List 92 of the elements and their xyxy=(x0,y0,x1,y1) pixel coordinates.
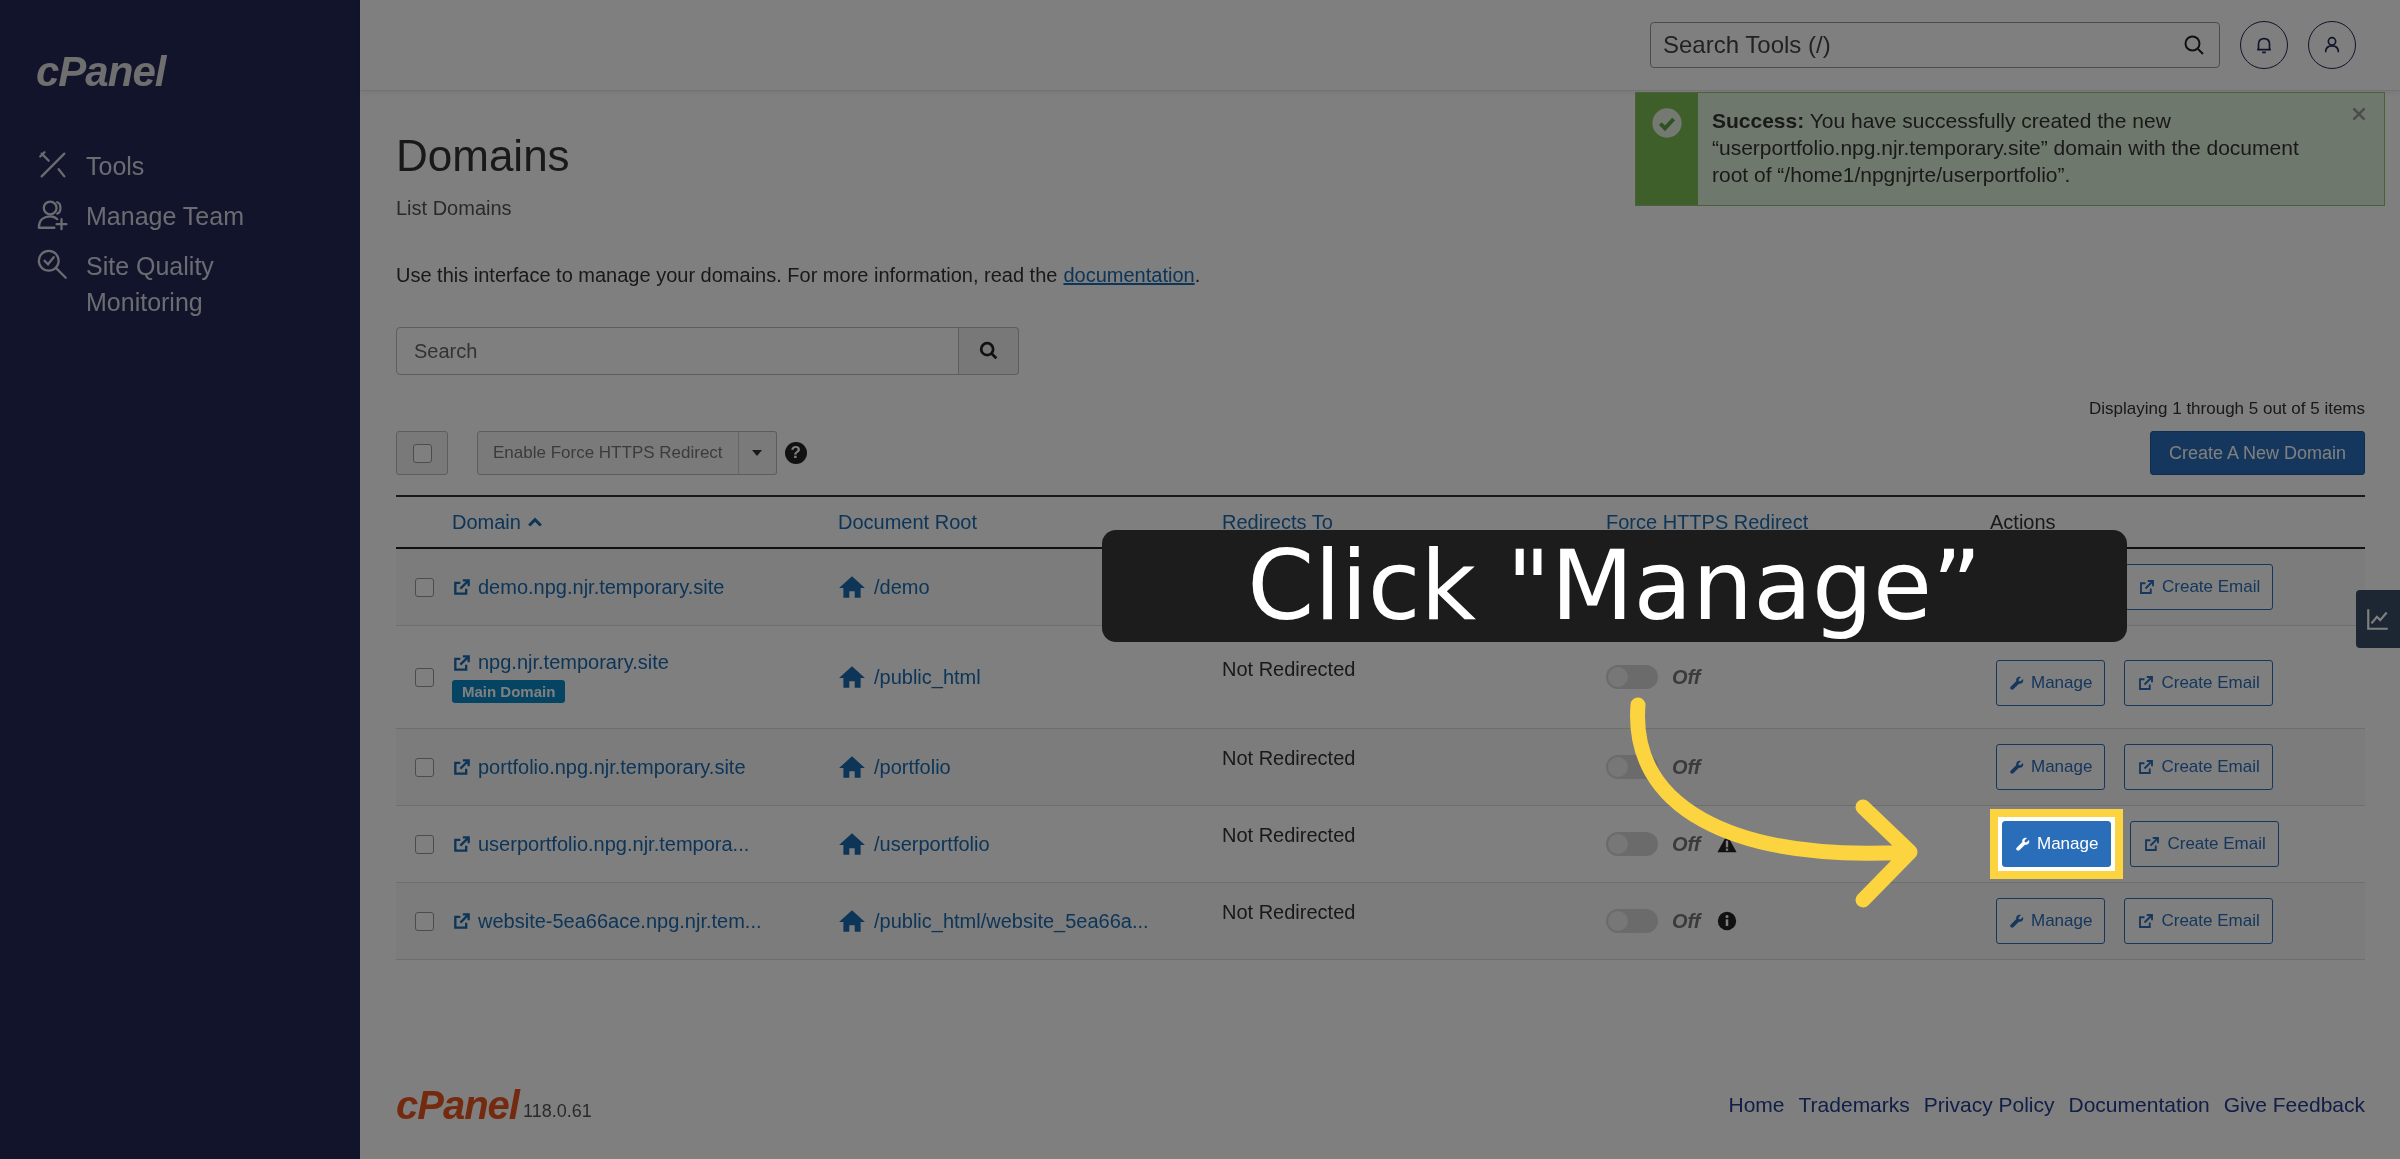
manage-button[interactable]: Manage xyxy=(2002,821,2112,867)
version-number: 118.0.61 xyxy=(522,1100,592,1122)
page-subtitle: List Domains xyxy=(396,197,512,220)
external-link-icon xyxy=(2137,912,2156,930)
select-all-button[interactable] xyxy=(396,431,448,475)
sidebar-item[interactable]: Site Quality Monitoring xyxy=(36,248,360,320)
page-title: Domains xyxy=(396,131,570,181)
wrench-icon xyxy=(2009,759,2025,775)
document-root-link[interactable]: /portfolio xyxy=(874,755,951,779)
redirect-status: Not Redirected xyxy=(1222,658,1356,681)
items-summary: Displaying 1 through 5 out of 5 items xyxy=(2089,399,2365,419)
cpanel-logo[interactable]: cPanel xyxy=(396,1082,519,1128)
external-link-icon xyxy=(2137,674,2156,692)
column-header[interactable]: Domain xyxy=(452,510,838,534)
document-root-link[interactable]: /demo xyxy=(874,575,930,599)
home-icon xyxy=(838,832,866,856)
external-link-icon xyxy=(2137,758,2156,776)
row-checkbox[interactable] xyxy=(414,757,434,777)
domain-link[interactable]: userportfolio.npg.njr.tempora... xyxy=(478,832,750,856)
search-tools-field[interactable]: Search Tools (/) xyxy=(1650,22,2220,68)
document-root-link[interactable]: /userportfolio xyxy=(874,832,990,856)
search-field[interactable]: Search xyxy=(396,327,959,375)
row-checkbox[interactable] xyxy=(414,834,434,854)
sidebar-item[interactable]: Manage Team xyxy=(36,198,360,234)
footer-link[interactable]: Trademarks xyxy=(1798,1093,1910,1117)
manage-button[interactable]: Manage xyxy=(1996,744,2106,790)
help-icon[interactable]: ? xyxy=(784,442,807,464)
team-add-icon xyxy=(36,198,70,232)
caret-icon xyxy=(752,450,763,456)
home-icon xyxy=(838,755,866,779)
create-email-button[interactable]: Create Email xyxy=(2130,821,2279,867)
intro-period: . xyxy=(1194,264,1201,286)
footer-link[interactable]: Documentation xyxy=(2068,1093,2210,1117)
notifications-button[interactable] xyxy=(2240,21,2288,69)
sidebar-item[interactable]: Tools xyxy=(36,148,360,184)
create-email-button[interactable]: Create Email xyxy=(2124,660,2273,706)
main-domain-tag: Main Domain xyxy=(452,680,566,703)
row-checkbox[interactable] xyxy=(414,911,434,931)
redirect-status: Not Redirected xyxy=(1222,824,1356,847)
create-domain-button[interactable]: Create A New Domain xyxy=(2149,431,2365,475)
external-link-icon xyxy=(452,834,472,854)
home-icon xyxy=(838,909,866,933)
external-link-icon xyxy=(452,911,472,931)
row-checkbox[interactable] xyxy=(414,667,434,687)
home-icon xyxy=(838,575,866,599)
wrench-icon xyxy=(2015,836,2031,852)
magnifier-check-icon xyxy=(36,248,70,282)
search-button[interactable] xyxy=(959,327,1019,375)
info-icon[interactable] xyxy=(1716,911,1737,931)
toggle-state: Off xyxy=(1672,909,1701,933)
manage-button[interactable]: Manage xyxy=(1996,898,2106,944)
footer-link[interactable]: Privacy Policy xyxy=(1923,1093,2055,1117)
toggle-state: Off xyxy=(1672,665,1701,689)
redirect-status: Not Redirected xyxy=(1222,747,1356,770)
document-root-link[interactable]: /public_html/website_5ea66a... xyxy=(874,909,1149,933)
instruction-callout: Click "Manage” xyxy=(1102,530,2127,642)
domain-link[interactable]: demo.npg.njr.temporary.site xyxy=(478,575,725,599)
create-email-button[interactable]: Create Email xyxy=(2124,744,2273,790)
external-link-icon xyxy=(452,757,472,777)
footer-link[interactable]: Home xyxy=(1728,1093,1785,1117)
manage-button[interactable]: Manage xyxy=(1996,660,2106,706)
home-icon xyxy=(838,665,866,689)
search-icon xyxy=(977,340,1000,362)
external-link-icon xyxy=(452,577,472,597)
stats-tab[interactable] xyxy=(2356,590,2400,648)
document-root-link[interactable]: /public_html xyxy=(874,665,981,689)
domain-link[interactable]: website-5ea66ace.npg.njr.tem... xyxy=(478,909,762,933)
wrench-icon xyxy=(2009,675,2025,691)
toggle-state: Off xyxy=(1672,755,1701,779)
cpanel-logo[interactable]: cPanel xyxy=(36,48,360,96)
alert-message: Success: You have successfully created the new “userportfolio.npg.njr.temporary.site” domain with the document root of “/home1/npgnjrte/userportfolio”. xyxy=(1711,108,2300,188)
intro-text: Use this interface to manage your domains. For more information, read the xyxy=(396,264,1058,286)
row-checkbox[interactable] xyxy=(414,577,434,597)
line-chart-icon xyxy=(2365,606,2391,632)
external-link-icon xyxy=(452,652,472,673)
check-circle-icon xyxy=(1651,107,1683,139)
domain-link[interactable]: portfolio.npg.njr.temporary.site xyxy=(478,755,746,779)
select-all-checkbox[interactable] xyxy=(412,443,432,463)
toggle-state: Off xyxy=(1672,832,1701,856)
create-email-button[interactable]: Create Email xyxy=(2124,898,2273,944)
external-link-icon xyxy=(2143,835,2162,853)
bulk-action-dropdown[interactable] xyxy=(737,431,777,475)
user-button[interactable] xyxy=(2308,21,2356,69)
external-link-icon xyxy=(2138,578,2156,596)
redirect-status: Not Redirected xyxy=(1222,901,1356,924)
footer-link[interactable]: Give Feedback xyxy=(2223,1093,2365,1117)
domain-link[interactable]: npg.njr.temporary.site xyxy=(478,651,669,674)
wrench-icon xyxy=(2009,913,2025,929)
documentation-link[interactable]: documentation xyxy=(1063,264,1195,286)
search-icon xyxy=(2182,33,2206,57)
create-email-button[interactable]: Create Email xyxy=(2125,564,2274,610)
bulk-action-button[interactable]: Enable Force HTTPS Redirect xyxy=(477,431,739,475)
